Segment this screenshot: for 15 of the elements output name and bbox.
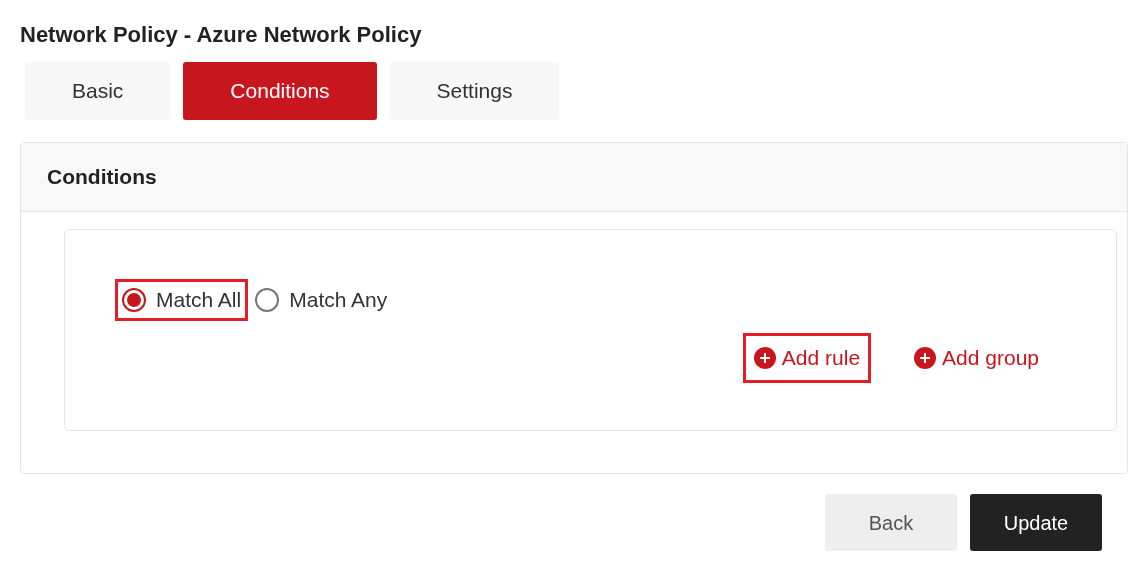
update-button[interactable]: Update xyxy=(970,494,1102,551)
tab[interactable]: Conditions xyxy=(183,62,377,120)
back-button[interactable]: Back xyxy=(825,494,957,551)
radio-button[interactable] xyxy=(122,288,146,312)
add-link[interactable]: Add group xyxy=(903,333,1050,383)
tab[interactable]: Basic xyxy=(25,62,171,120)
plus-circle-icon xyxy=(753,347,776,369)
radio-button[interactable] xyxy=(255,288,280,312)
radio-option[interactable]: Match All xyxy=(115,279,249,321)
page-title: Network Policy - Azure Network Policy xyxy=(20,22,422,47)
panel-heading: Conditions xyxy=(47,164,157,191)
add-link[interactable]: Add rule xyxy=(742,333,872,383)
plus-circle-icon xyxy=(914,347,937,369)
radio-option[interactable]: Match Any xyxy=(248,279,395,321)
tab[interactable]: Settings xyxy=(389,62,560,120)
